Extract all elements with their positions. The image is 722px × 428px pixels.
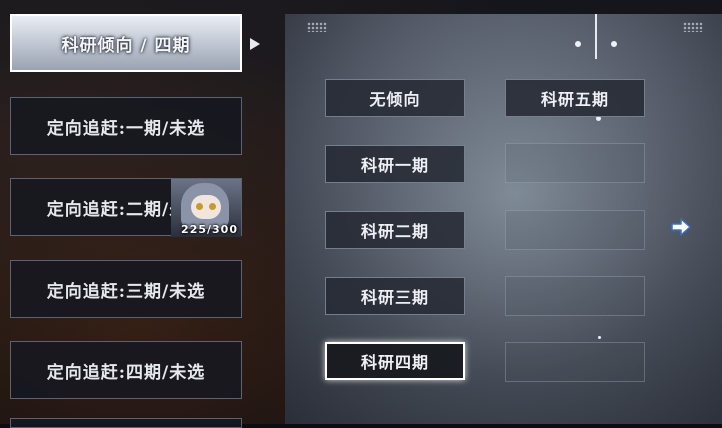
tier-phase5-button[interactable]: 科研五期 [505,79,645,117]
tier-label: 科研四期 [360,353,429,372]
menu-item-partial[interactable] [10,418,242,428]
tier-phase1-button[interactable]: 科研一期 [325,145,465,183]
menu-item-label: 定向追赶:四期/未选 [46,362,206,383]
menu-item-label: 定向追赶:一期/未选 [46,118,206,139]
empty-slot [505,342,645,382]
character-eye [209,203,216,210]
menu-item-label: 定向追赶:三期/未选 [46,281,206,302]
tier-label: 科研五期 [540,90,609,109]
decorative-dots [307,22,327,32]
indicator-dot [575,41,581,47]
menu-item-catchup-phase3[interactable]: 定向追赶:三期/未选 [10,260,242,318]
catchup-progress-count: 225/300 [181,223,238,236]
character-eye [196,203,203,210]
tier-label: 科研一期 [360,156,429,175]
menu-item-catchup-phase1[interactable]: 定向追赶:一期/未选 [10,97,242,155]
indicator-dot [598,336,601,339]
triangle-right-icon [250,38,260,50]
tier-phase2-button[interactable]: 科研二期 [325,211,465,249]
tier-label: 无倾向 [369,90,421,109]
tier-phase4-button[interactable]: 科研四期 [325,342,465,380]
tier-label: 科研二期 [360,222,429,241]
arrow-right-icon[interactable] [670,216,692,238]
menu-item-catchup-phase2[interactable]: 定向追赶:二期/未选 225/300 [10,178,242,237]
character-thumbnail: 225/300 [171,179,241,237]
decorative-dots [683,22,703,32]
menu-item-label: 科研倾向 / 四期 [61,35,191,56]
menu-item-catchup-phase4[interactable]: 定向追赶:四期/未选 [10,341,242,399]
tier-label: 科研三期 [360,288,429,307]
tier-phase3-button[interactable]: 科研三期 [325,277,465,315]
menu-item-research-tendency[interactable]: 科研倾向 / 四期 [10,14,242,72]
empty-slot [505,143,645,183]
direction-menu: 科研倾向 / 四期 定向追赶:一期/未选 定向追赶:二期/未选 225/300 … [0,0,250,428]
indicator-dot [611,41,617,47]
tier-no-tendency-button[interactable]: 无倾向 [325,79,465,117]
panel-divider [595,14,597,59]
empty-slot [505,210,645,250]
empty-slot [505,276,645,316]
